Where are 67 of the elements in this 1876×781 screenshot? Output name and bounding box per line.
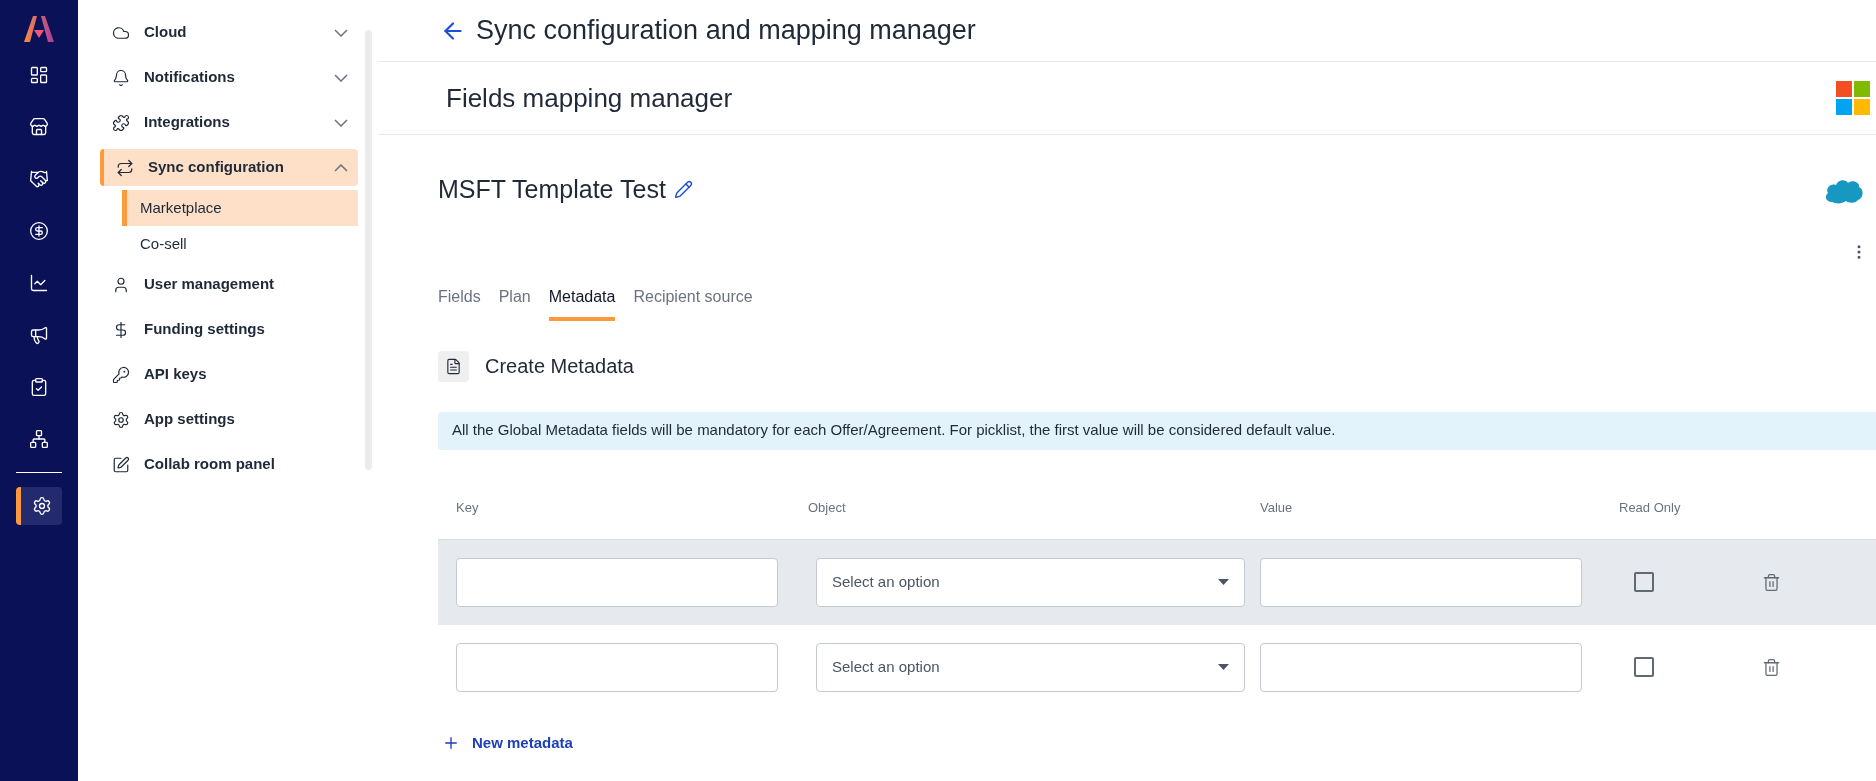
dropdown-caret-icon: [1218, 664, 1229, 670]
metadata-heading: Create Metadata: [485, 354, 634, 379]
settings-icon: [112, 410, 130, 429]
key-icon: [112, 365, 130, 384]
section-title: Fields mapping manager: [446, 81, 733, 115]
megaphone-icon: [29, 325, 49, 345]
page-title: Sync configuration and mapping manager: [476, 14, 976, 48]
column-header: Object: [807, 499, 847, 518]
template-name: MSFT Template Test: [438, 174, 666, 205]
tab[interactable]: Plan: [498, 284, 531, 321]
line-chart-icon: [29, 273, 49, 293]
sidebar-item[interactable]: Cloud: [100, 14, 358, 51]
delete-icon[interactable]: [1762, 657, 1781, 677]
edit-panel-icon: [112, 455, 130, 474]
sidebar-label: Sync configuration: [148, 157, 285, 178]
column-header: Read Only: [1619, 499, 1682, 518]
clipboard-check-icon: [29, 377, 49, 397]
windows-logo: [1836, 81, 1870, 115]
value-input[interactable]: [1260, 557, 1582, 607]
sidebar-item[interactable]: Sync configuration: [100, 149, 358, 186]
sidebar-item[interactable]: Collab room panel: [100, 446, 358, 483]
column-header: Key: [455, 499, 480, 518]
settings-icon: [31, 496, 52, 516]
sidebar-subitem[interactable]: Marketplace: [122, 190, 358, 226]
sidebar-item[interactable]: App settings: [100, 401, 358, 438]
store-icon: [29, 117, 49, 137]
column-header: Value: [1260, 499, 1294, 518]
dashboard-icon: [29, 65, 49, 85]
sidebar-label: Collab room panel: [144, 454, 276, 475]
sync-arrows-icon: [116, 158, 134, 177]
new-metadata-button[interactable]: New metadata: [442, 731, 573, 754]
value-input[interactable]: [1260, 642, 1582, 692]
app-logo: [24, 16, 54, 42]
sidebar-item[interactable]: User management: [100, 266, 358, 303]
document-icon: [438, 350, 469, 382]
sidebar-item[interactable]: API keys: [100, 356, 358, 393]
sidebar-label: Integrations: [144, 112, 231, 133]
sidebar-label: App settings: [144, 409, 236, 430]
dollar-coin-icon: [29, 221, 49, 241]
edit-pencil-icon[interactable]: [673, 180, 693, 200]
sidebar-label: User management: [144, 274, 276, 295]
key-input[interactable]: [456, 557, 778, 607]
sidebar-label: Notifications: [144, 67, 236, 88]
sidebar-item[interactable]: Funding settings: [100, 311, 358, 348]
handshake-icon: [29, 169, 49, 189]
dropdown-caret-icon: [1218, 579, 1229, 585]
read-only-checkbox[interactable]: [1634, 572, 1654, 592]
read-only-checkbox[interactable]: [1634, 657, 1654, 677]
sidebar-label: API keys: [144, 364, 208, 385]
sidebar-subitem[interactable]: Co-sell: [122, 226, 358, 262]
tab[interactable]: Recipient source: [633, 284, 753, 321]
bell-icon: [112, 68, 130, 87]
user-icon: [112, 275, 130, 294]
key-input[interactable]: [456, 642, 778, 692]
object-select[interactable]: Select an option: [816, 642, 1245, 692]
rail-button[interactable]: [16, 487, 62, 525]
hierarchy-icon: [29, 429, 49, 449]
sidebar-label: Cloud: [144, 22, 188, 43]
puzzle-icon: [112, 113, 130, 132]
info-notice: All the Global Metadata fields will be mandatory for each Offer/Agreement. For picklist, the first value will be considered default value.: [438, 411, 1876, 450]
object-select[interactable]: Select an option: [816, 557, 1245, 607]
tab[interactable]: Fields: [438, 284, 481, 321]
sidebar-item[interactable]: Notifications: [100, 59, 358, 96]
sidebar-label: Funding settings: [144, 319, 266, 340]
sidebar-item[interactable]: Integrations: [100, 104, 358, 141]
tab[interactable]: Metadata: [548, 284, 616, 321]
delete-icon[interactable]: [1762, 572, 1781, 592]
